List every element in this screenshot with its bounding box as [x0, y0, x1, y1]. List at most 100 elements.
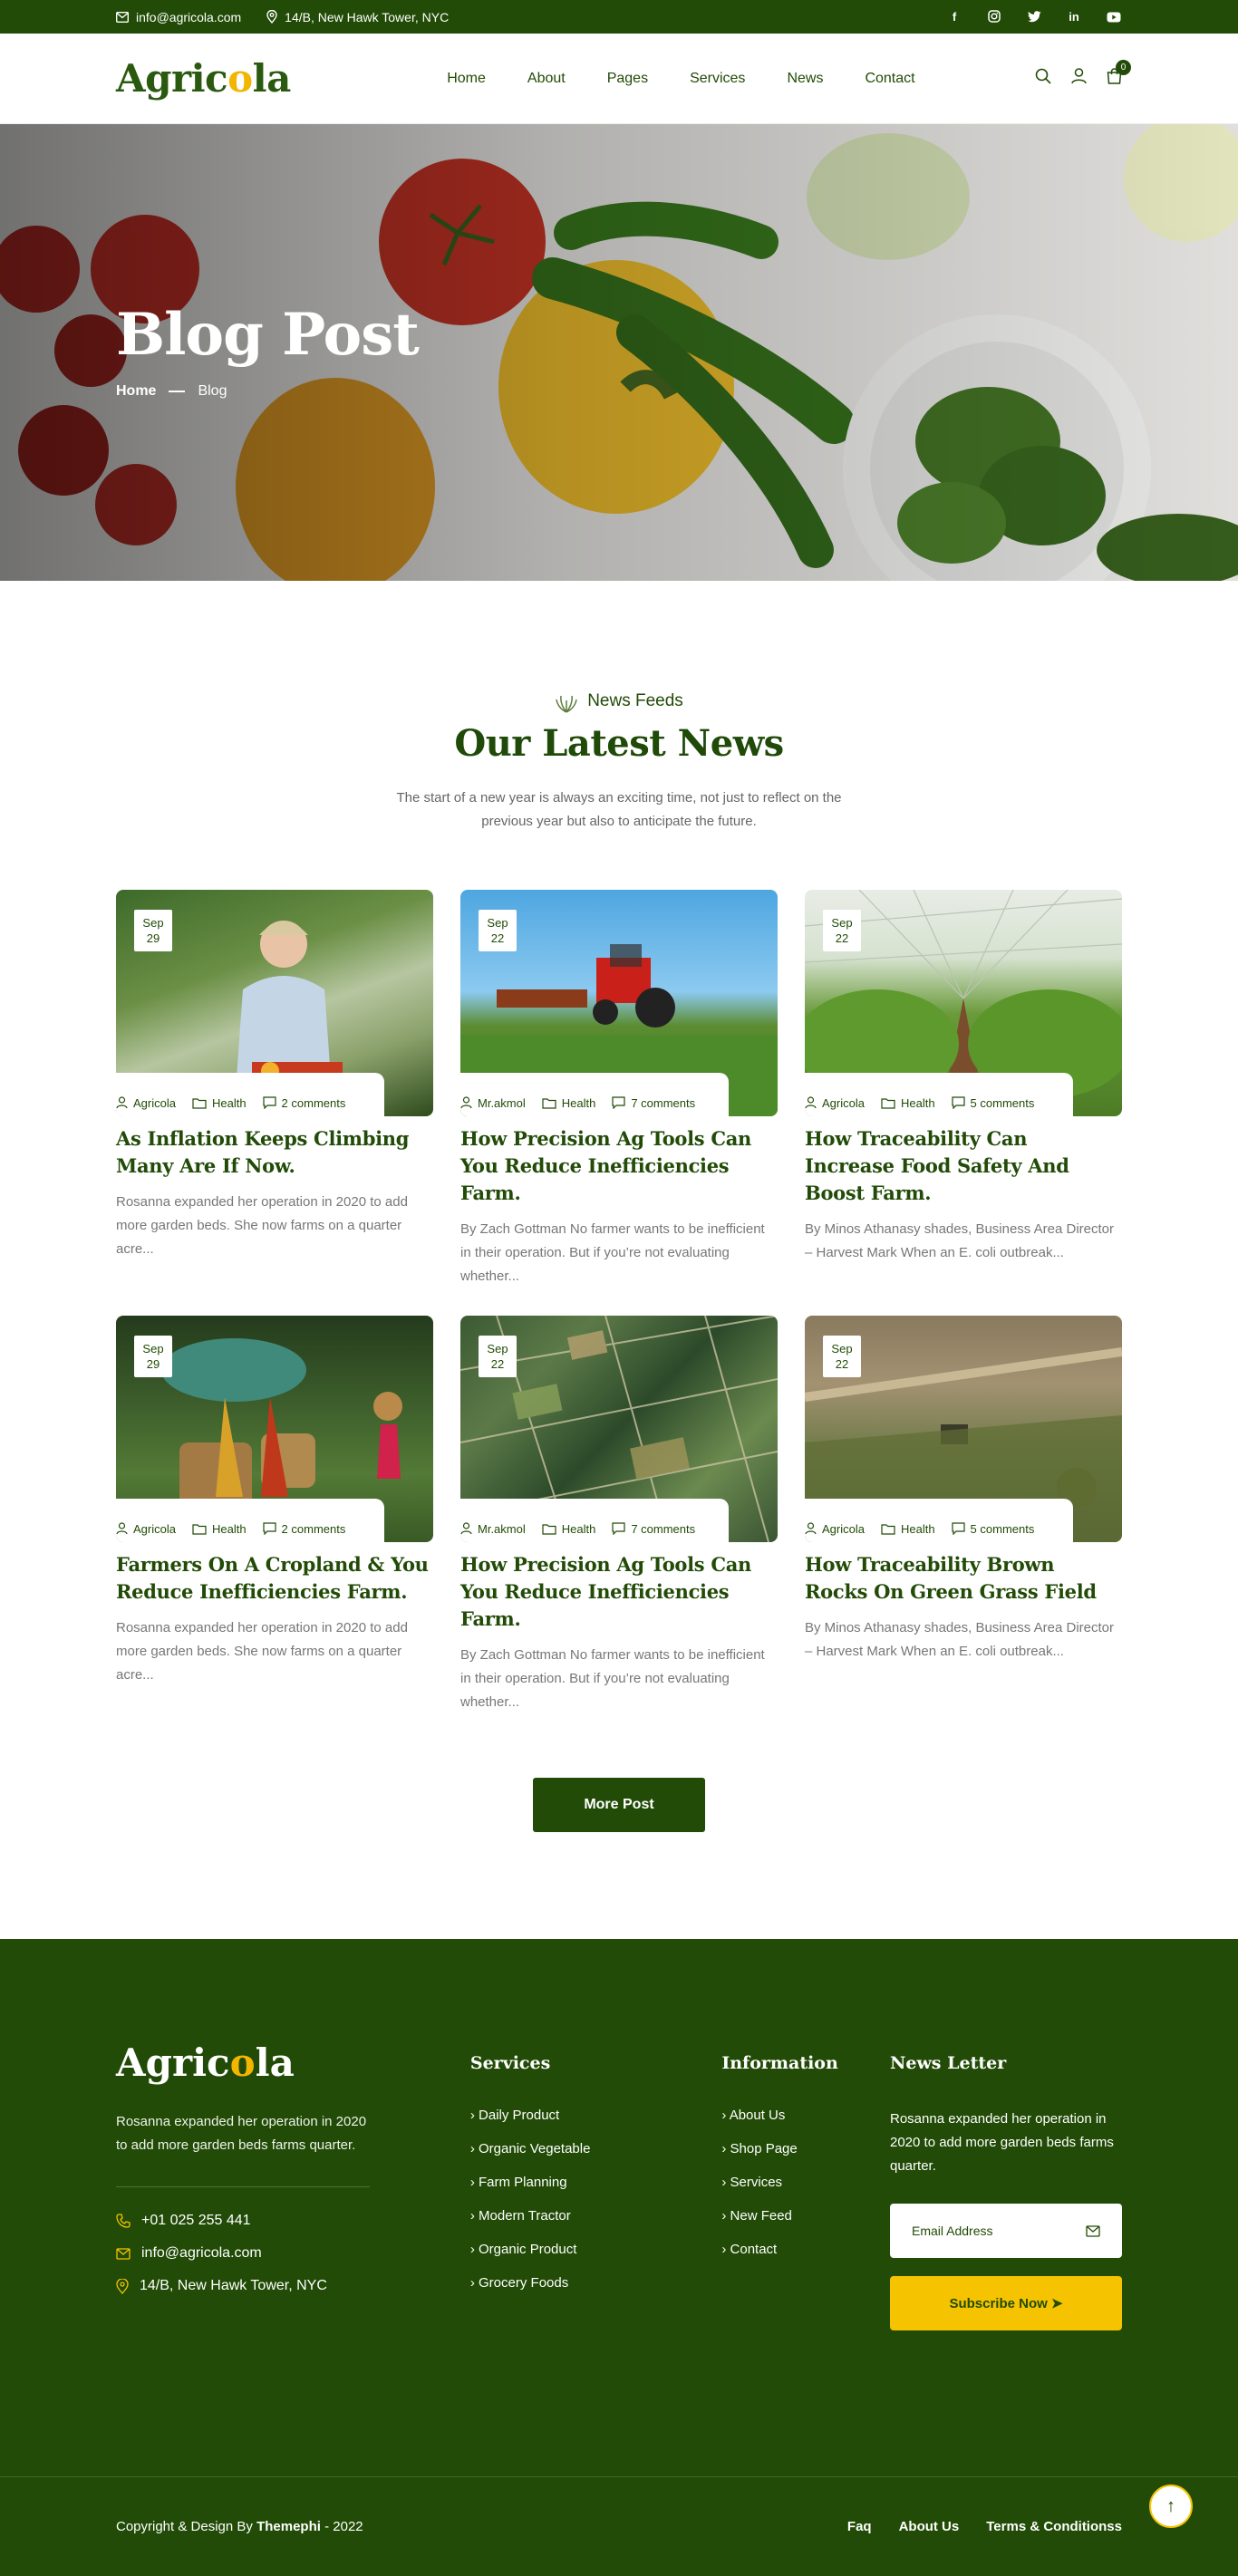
facebook-icon: f	[952, 10, 957, 24]
footer-information: Information › About Us › Shop Page › Ser…	[721, 2041, 890, 2330]
footer-phone[interactable]: +01 025 255 441	[116, 2213, 470, 2229]
more-post-button[interactable]: More Post	[533, 1778, 705, 1832]
user-icon	[116, 1096, 128, 1109]
news-card-meta: Agricola Health 2 comments	[116, 1073, 433, 1116]
meta-category[interactable]: Health	[881, 1096, 935, 1110]
meta-author[interactable]: Agricola	[805, 1522, 865, 1536]
news-card-title[interactable]: How Precision Ag Tools Can You Reduce In…	[460, 1553, 751, 1630]
chevron-right-icon: ›	[721, 2108, 727, 2123]
footer-link[interactable]: › About Us	[721, 2108, 785, 2123]
news-card: Sep 22 Mr.akmol Health 7 comments How Pre…	[460, 890, 778, 1288]
social-links: f in	[946, 8, 1122, 25]
facebook-link[interactable]: f	[946, 9, 962, 25]
meta-author[interactable]: Agricola	[116, 1522, 176, 1536]
user-icon	[460, 1096, 472, 1109]
footer-link[interactable]: › Organic Product	[470, 2242, 577, 2257]
footer-link[interactable]: › Modern Tractor	[470, 2208, 571, 2224]
meta-comments[interactable]: 7 comments	[612, 1096, 695, 1110]
meta-category[interactable]: Health	[192, 1096, 247, 1110]
subscribe-button[interactable]: Subscribe Now ➤	[890, 2276, 1122, 2330]
news-card: Sep 29 Agricola Health 2 comments As Infl…	[116, 890, 433, 1288]
footer-link[interactable]: › Shop Page	[721, 2141, 797, 2156]
news-card-title[interactable]: As Inflation Keeps Climbing Many Are If …	[116, 1127, 409, 1177]
breadcrumb: Home Blog	[116, 383, 419, 400]
mail-icon	[116, 11, 129, 23]
hero-text: Blog Post Home Blog	[116, 301, 420, 400]
meta-category[interactable]: Health	[192, 1522, 247, 1536]
footer-newsletter-desc: Rosanna expanded her operation in 2020 t…	[890, 2111, 1114, 2174]
footer-logo[interactable]: Agricola	[116, 2041, 295, 2085]
back-to-top-button[interactable]: ↑	[1149, 2484, 1193, 2528]
meta-author[interactable]: Agricola	[116, 1096, 176, 1110]
account-button[interactable]	[1071, 68, 1087, 89]
news-card-excerpt: By Zach Gottman No farmer wants to be in…	[460, 1221, 765, 1284]
logo-text-o: o	[227, 56, 253, 101]
footer-link[interactable]: › Farm Planning	[470, 2175, 567, 2190]
footer-link[interactable]: › Services	[721, 2175, 782, 2190]
news-card: Sep 22 Mr.akmol Health 7 comments How Pre…	[460, 1316, 778, 1714]
meta-comments[interactable]: 7 comments	[612, 1522, 695, 1536]
nav-contact[interactable]: Contact	[865, 65, 914, 92]
news-card-title[interactable]: How Traceability Brown Rocks On Green Gr…	[805, 1553, 1097, 1603]
top-address-text: 14/B, New Hawk Tower, NYC	[285, 9, 450, 24]
meta-comments[interactable]: 5 comments	[951, 1522, 1034, 1536]
cart-button[interactable]: 0	[1107, 60, 1131, 89]
youtube-link[interactable]	[1106, 9, 1122, 25]
instagram-link[interactable]	[986, 8, 1002, 25]
footer-link[interactable]: › New Feed	[721, 2208, 792, 2224]
news-card-title[interactable]: Farmers On A Cropland & You Reduce Ineff…	[116, 1553, 429, 1603]
footer-services: Services › Daily Product › Organic Veget…	[470, 2041, 722, 2330]
nav-pages[interactable]: Pages	[607, 65, 648, 92]
footer-bottom-links: Faq About Us Terms & Conditionss	[847, 2519, 1122, 2534]
meta-category[interactable]: Health	[881, 1522, 935, 1536]
breadcrumb-home[interactable]: Home	[116, 383, 156, 400]
mail-icon	[1086, 2224, 1100, 2237]
folder-icon	[881, 1097, 895, 1109]
news-card: Sep 22 Agricola Health 5 comments How Tra…	[805, 1316, 1122, 1714]
footer-email[interactable]: info@agricola.com	[116, 2245, 470, 2262]
meta-category[interactable]: Health	[542, 1096, 595, 1110]
footer-link[interactable]: › Contact	[721, 2242, 777, 2257]
faq-link[interactable]: Faq	[847, 2519, 872, 2534]
nav-services[interactable]: Services	[690, 65, 745, 92]
about-us-link[interactable]: About Us	[899, 2519, 960, 2534]
footer-about: Agricola Rosanna expanded her operation …	[116, 2041, 470, 2330]
footer-link[interactable]: › Organic Vegetable	[470, 2141, 591, 2156]
news-card-title[interactable]: How Traceability Can Increase Food Safet…	[805, 1127, 1069, 1204]
footer-divider	[116, 2186, 370, 2187]
nav-home[interactable]: Home	[447, 65, 486, 92]
footer-info-title: Information	[721, 2053, 838, 2073]
footer-newsletter: News Letter Rosanna expanded her operati…	[890, 2041, 1122, 2330]
footer-link[interactable]: › Daily Product	[470, 2108, 559, 2123]
top-bar: info@agricola.com 14/B, New Hawk Tower, …	[0, 0, 1238, 34]
folder-icon	[542, 1523, 556, 1535]
meta-comments[interactable]: 5 comments	[951, 1096, 1034, 1110]
email-field[interactable]: Email Address	[890, 2204, 1122, 2258]
news-card-excerpt: By Minos Athanasy shades, Business Area …	[805, 1620, 1115, 1659]
terms-link[interactable]: Terms & Conditionss	[986, 2519, 1122, 2534]
folder-icon	[881, 1523, 895, 1535]
top-email-link[interactable]: info@agricola.com	[116, 10, 241, 24]
footer-link[interactable]: › Grocery Foods	[470, 2275, 568, 2291]
footer-address: 14/B, New Hawk Tower, NYC	[116, 2278, 470, 2294]
linkedin-link[interactable]: in	[1066, 9, 1082, 25]
twitter-link[interactable]	[1026, 8, 1042, 25]
meta-comments[interactable]: 2 comments	[262, 1522, 345, 1536]
top-contacts: info@agricola.com 14/B, New Hawk Tower, …	[116, 10, 449, 24]
nav-about[interactable]: About	[527, 65, 566, 92]
site-logo[interactable]: Agricola	[116, 56, 291, 101]
news-card-date: Sep 22	[479, 1336, 517, 1377]
news-card: Sep 22 Agricola Health 5 comments How Tra…	[805, 890, 1122, 1288]
meta-author[interactable]: Mr.akmol	[460, 1096, 526, 1110]
chevron-right-icon: ›	[469, 2141, 475, 2156]
youtube-icon	[1106, 9, 1122, 25]
nav-news[interactable]: News	[787, 65, 823, 92]
meta-author[interactable]: Mr.akmol	[460, 1522, 526, 1536]
comment-icon	[612, 1522, 625, 1535]
news-card-title[interactable]: How Precision Ag Tools Can You Reduce In…	[460, 1127, 751, 1204]
meta-comments[interactable]: 2 comments	[262, 1096, 345, 1110]
meta-author[interactable]: Agricola	[805, 1096, 865, 1110]
news-card-excerpt: Rosanna expanded her operation in 2020 t…	[116, 1620, 408, 1683]
meta-category[interactable]: Health	[542, 1522, 595, 1536]
search-button[interactable]	[1035, 68, 1051, 89]
